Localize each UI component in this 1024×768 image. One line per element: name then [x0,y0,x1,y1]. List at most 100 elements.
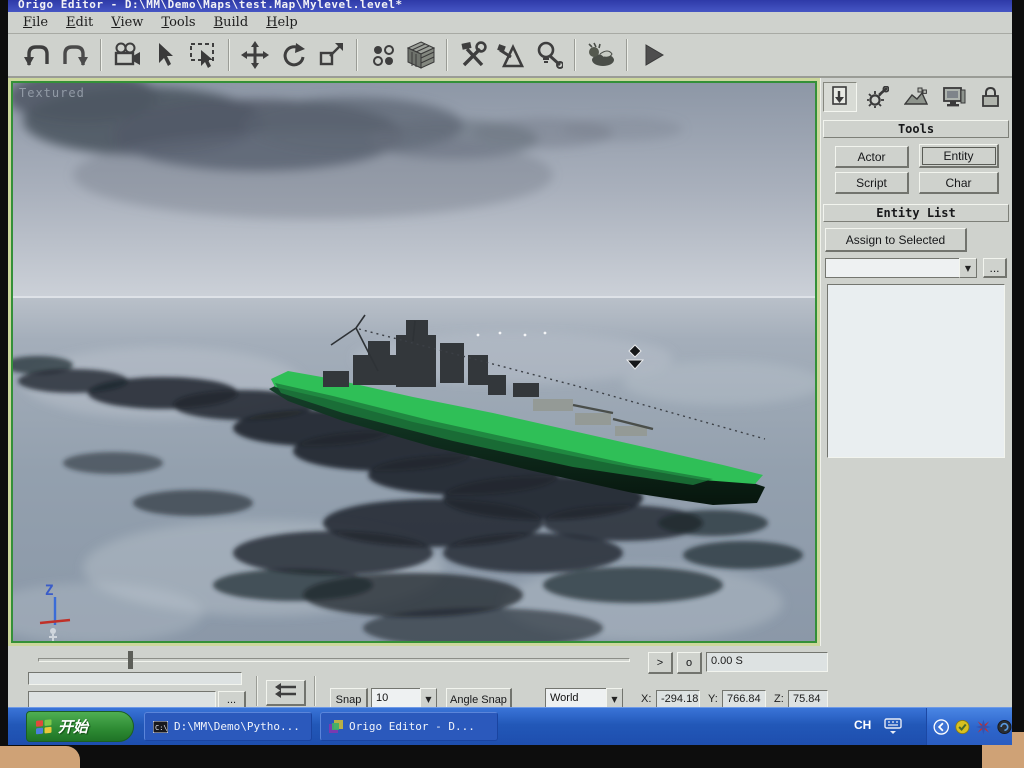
menu-edit[interactable]: Edit [57,14,102,31]
windows-logo-icon [35,718,53,735]
vertex-mode-icon [370,42,396,68]
display-tab-button[interactable] [937,82,971,112]
task-console-button[interactable]: C:\ D:\MM\Demo\Pytho... [144,712,312,741]
reorder-button[interactable] [266,680,306,706]
assign-to-selected-button[interactable]: Assign to Selected [825,228,967,252]
task-origo-button[interactable]: Origo Editor - D... [320,712,498,741]
monitor-icon [942,86,966,108]
terrain-tab-button[interactable] [899,82,933,112]
task-label: Origo Editor - D... [349,720,475,733]
chevron-down-icon[interactable]: ▼ [959,258,977,278]
redo-icon [61,42,89,68]
time-field[interactable]: 0.00 S [706,652,828,672]
pinwheel-icon[interactable] [976,718,991,736]
toolbar-separator [574,39,576,71]
terrain-icon [904,86,928,108]
system-tray [926,708,1012,745]
shield-icon[interactable] [955,718,970,736]
marquee-select-button[interactable] [184,36,222,74]
menu-file[interactable]: File [14,14,57,31]
browse-button[interactable]: ... [983,258,1007,278]
toolbar-separator [100,39,102,71]
play-button[interactable] [634,36,672,74]
timeline-slider[interactable] [38,658,630,662]
right-panel: Tools Actor Entity Script Char Entity Li… [820,78,1012,646]
panel-tab-bar [823,82,1012,114]
menu-tools[interactable]: Tools [152,14,204,31]
entity-combo-value[interactable] [825,258,959,278]
scale-button[interactable] [312,36,350,74]
desk-surface [0,746,80,768]
start-button[interactable]: 开始 [26,711,134,742]
play-icon [640,42,666,68]
collapse-tray-icon[interactable] [933,717,949,737]
toolbar-separator [356,39,358,71]
entity-button[interactable]: Entity [919,144,999,168]
menu-view[interactable]: View [102,14,152,31]
tools-button[interactable] [454,36,492,74]
light-tool-button[interactable] [530,36,568,74]
viewport-mode-label[interactable]: Textured [19,86,85,100]
svg-text:C:\: C:\ [155,724,168,732]
timeline-slider-thumb[interactable] [128,651,133,669]
language-indicator[interactable]: CH [854,718,871,732]
script-button[interactable]: Script [835,172,909,194]
x-label: X: [641,693,651,705]
cube-grid-button[interactable] [402,36,440,74]
entity-listbox[interactable] [827,284,1005,458]
camera-button[interactable] [108,36,146,74]
redo-button[interactable] [56,36,94,74]
rotate-button[interactable] [274,36,312,74]
menu-bar: File Edit View Tools Build Help [8,12,1012,34]
undo-icon [23,42,51,68]
record-anim-button[interactable]: o [677,652,702,674]
select-arrow-icon [154,42,176,68]
menu-build[interactable]: Build [205,14,258,31]
vertex-mode-button[interactable] [364,36,402,74]
entity-combo[interactable]: ▼ [825,258,977,278]
monitor-screen: Origo Editor - D:\MM\Demo\Maps\test.Map\… [8,0,1012,745]
select-button[interactable] [146,36,184,74]
swirl-icon[interactable] [997,718,1012,736]
tools-hammer-wrench-icon [459,41,487,69]
toolbar-separator [228,39,230,71]
menu-help[interactable]: Help [257,14,307,31]
undo-button[interactable] [18,36,56,74]
play-anim-button[interactable]: > [648,652,673,674]
window-title: Origo Editor - D:\MM\Demo\Maps\test.Map\… [18,0,1012,11]
gear-wrench-icon [867,86,889,108]
import-tab-button[interactable] [823,82,857,112]
creature-button[interactable] [582,36,620,74]
y-label: Y: [708,693,718,705]
toolbar-separator [446,39,448,71]
light-wrench-icon [535,41,563,69]
cube-grid-icon [407,41,435,69]
svg-text:Z: Z [45,583,53,599]
entity-list-header: Entity List [823,204,1009,222]
creature-icon [586,42,616,68]
lock-icon [981,86,1003,108]
keyboard-icon[interactable] [884,718,902,734]
tools-header: Tools [823,120,1009,138]
title-bar[interactable]: Origo Editor - D:\MM\Demo\Maps\test.Map\… [8,0,1012,12]
build-button[interactable] [492,36,530,74]
move-button[interactable] [236,36,274,74]
lock-tab-button[interactable] [975,82,1009,112]
taskbar: 开始 C:\ D:\MM\Demo\Pytho... Origo Editor … [8,707,1012,745]
reorder-icon [274,682,298,700]
move-icon [241,41,269,69]
marquee-select-icon [189,42,217,68]
settings-tab-button[interactable] [861,82,895,112]
camera-icon [112,42,142,68]
actor-button[interactable]: Actor [835,146,909,168]
rotate-icon [280,42,306,68]
viewport-frame: Z Textured [8,78,820,646]
char-button[interactable]: Char [919,172,999,194]
toolbar [8,34,1012,78]
import-icon [829,86,851,108]
bar-separator [256,676,258,706]
viewport-3d[interactable]: Z Textured [11,81,817,643]
start-label: 开始 [58,716,88,737]
scene-render: Z [13,83,817,643]
origo-icon [329,720,343,734]
